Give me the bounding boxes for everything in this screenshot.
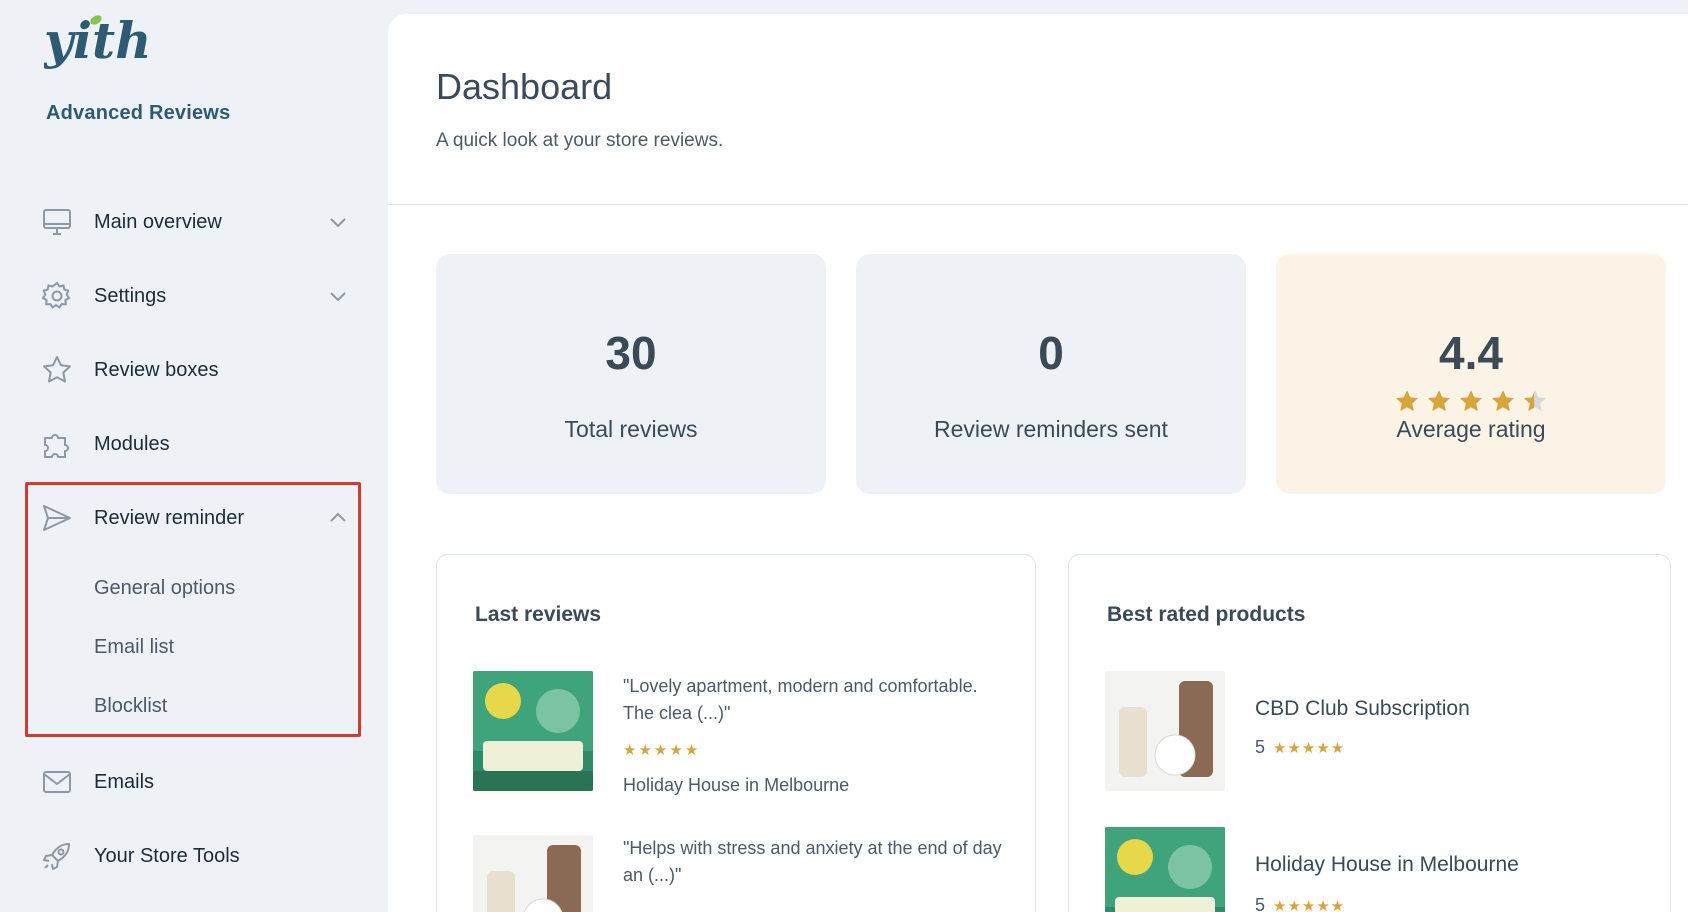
stat-card-total-reviews: 30 Total reviews [436, 254, 826, 494]
stat-label: Average rating [1396, 416, 1546, 442]
sidebar-item-settings[interactable]: Settings [40, 272, 360, 320]
sidebar-item-label: Emails [94, 770, 155, 793]
star-full-icon [1459, 390, 1483, 412]
monitor-icon [40, 205, 74, 239]
product-rating: 5 ★★★★★ [1255, 895, 1345, 912]
last-reviews-panel: Last reviews "Lovely apartment, modern a… [436, 554, 1036, 912]
sidebar-item-label: Modules [94, 432, 170, 455]
sidebar-item-store-tools[interactable]: Your Store Tools [40, 832, 360, 880]
review-excerpt[interactable]: "Helps with stress and anxiety at the en… [623, 835, 1013, 889]
mail-icon [40, 765, 74, 799]
stat-value: 30 [605, 327, 657, 379]
sidebar-item-label: Your Store Tools [94, 844, 240, 867]
sidebar-item-emails[interactable]: Emails [40, 758, 360, 806]
star-icon: ★ [653, 742, 668, 759]
product-rating: 5 ★★★★★ [1255, 737, 1345, 758]
review-product-name[interactable]: Holiday House in Melbourne [623, 775, 849, 796]
sidebar-item-label: Main overview [94, 210, 222, 233]
chevron-down-icon[interactable] [326, 210, 350, 234]
product-thumbnail-apartment[interactable] [473, 671, 593, 791]
sidebar-item-modules[interactable]: Modules [40, 420, 360, 468]
sidebar-item-review-boxes[interactable]: Review boxes [40, 346, 360, 394]
rating-stars: ★★★★★ [1273, 897, 1346, 912]
sidebar-subitem-general-options[interactable]: General options [94, 577, 235, 600]
star-icon: ★ [669, 742, 683, 759]
stat-label: Review reminders sent [934, 416, 1168, 442]
product-name[interactable]: CBD Club Subscription [1255, 697, 1470, 721]
send-icon [40, 501, 74, 535]
rating-stars [1276, 388, 1666, 414]
stat-value: 4.4 [1439, 327, 1503, 379]
review-excerpt[interactable]: "Lovely apartment, modern and comfortabl… [623, 673, 1013, 727]
sidebar-subitem-blocklist[interactable]: Blocklist [94, 695, 167, 718]
sidebar: yith Advanced Reviews Main overview Sett… [0, 0, 388, 912]
page-title: Dashboard [436, 66, 613, 107]
star-full-icon [1427, 390, 1451, 412]
gear-icon [40, 279, 74, 313]
product-thumbnail-cbd[interactable] [473, 835, 593, 912]
main-content: Dashboard A quick look at your store rev… [388, 14, 1688, 912]
sidebar-item-label: Settings [94, 284, 167, 307]
page-subtitle: A quick look at your store reviews. [436, 130, 724, 151]
stat-card-reminders-sent: 0 Review reminders sent [856, 254, 1246, 494]
product-thumbnail-apartment[interactable] [1105, 827, 1225, 912]
rating-value: 5 [1255, 895, 1266, 912]
rocket-icon [40, 839, 74, 873]
chevron-down-icon[interactable] [326, 284, 350, 308]
best-rated-panel: Best rated products CBD Club Subscriptio… [1068, 554, 1671, 912]
sidebar-subitem-email-list[interactable]: Email list [94, 636, 174, 659]
stat-label: Total reviews [564, 416, 698, 442]
product-thumbnail-cbd[interactable] [1105, 671, 1225, 791]
panel-title: Best rated products [1107, 603, 1306, 626]
puzzle-icon [40, 427, 74, 461]
sidebar-item-main-overview[interactable]: Main overview [40, 198, 360, 246]
chevron-up-icon[interactable] [326, 506, 350, 530]
star-full-icon [1491, 390, 1515, 412]
sidebar-item-review-reminder[interactable]: Review reminder [40, 494, 360, 542]
star-icon [40, 353, 74, 387]
yith-logo[interactable]: yith [44, 12, 154, 84]
sidebar-item-label: Review boxes [94, 358, 219, 381]
star-icon: ★ [623, 742, 637, 759]
stat-value: 0 [1038, 327, 1064, 379]
panel-title: Last reviews [475, 603, 602, 626]
star-icon: ★ [684, 742, 699, 759]
star-icon: ★ [638, 742, 652, 759]
stat-card-average-rating: 4.4 Average rating [1276, 254, 1666, 494]
star-full-icon [1395, 390, 1419, 412]
star-partial-icon [1523, 390, 1547, 412]
review-rating-stars: ★ ★ ★ ★ ★ [623, 741, 698, 759]
sidebar-item-label: Review reminder [94, 506, 245, 529]
brand-subtitle: Advanced Reviews [46, 102, 231, 124]
rating-value: 5 [1255, 737, 1266, 757]
header-divider [388, 204, 1688, 205]
rating-stars: ★★★★★ [1273, 739, 1346, 757]
product-name[interactable]: Holiday House in Melbourne [1255, 853, 1519, 877]
